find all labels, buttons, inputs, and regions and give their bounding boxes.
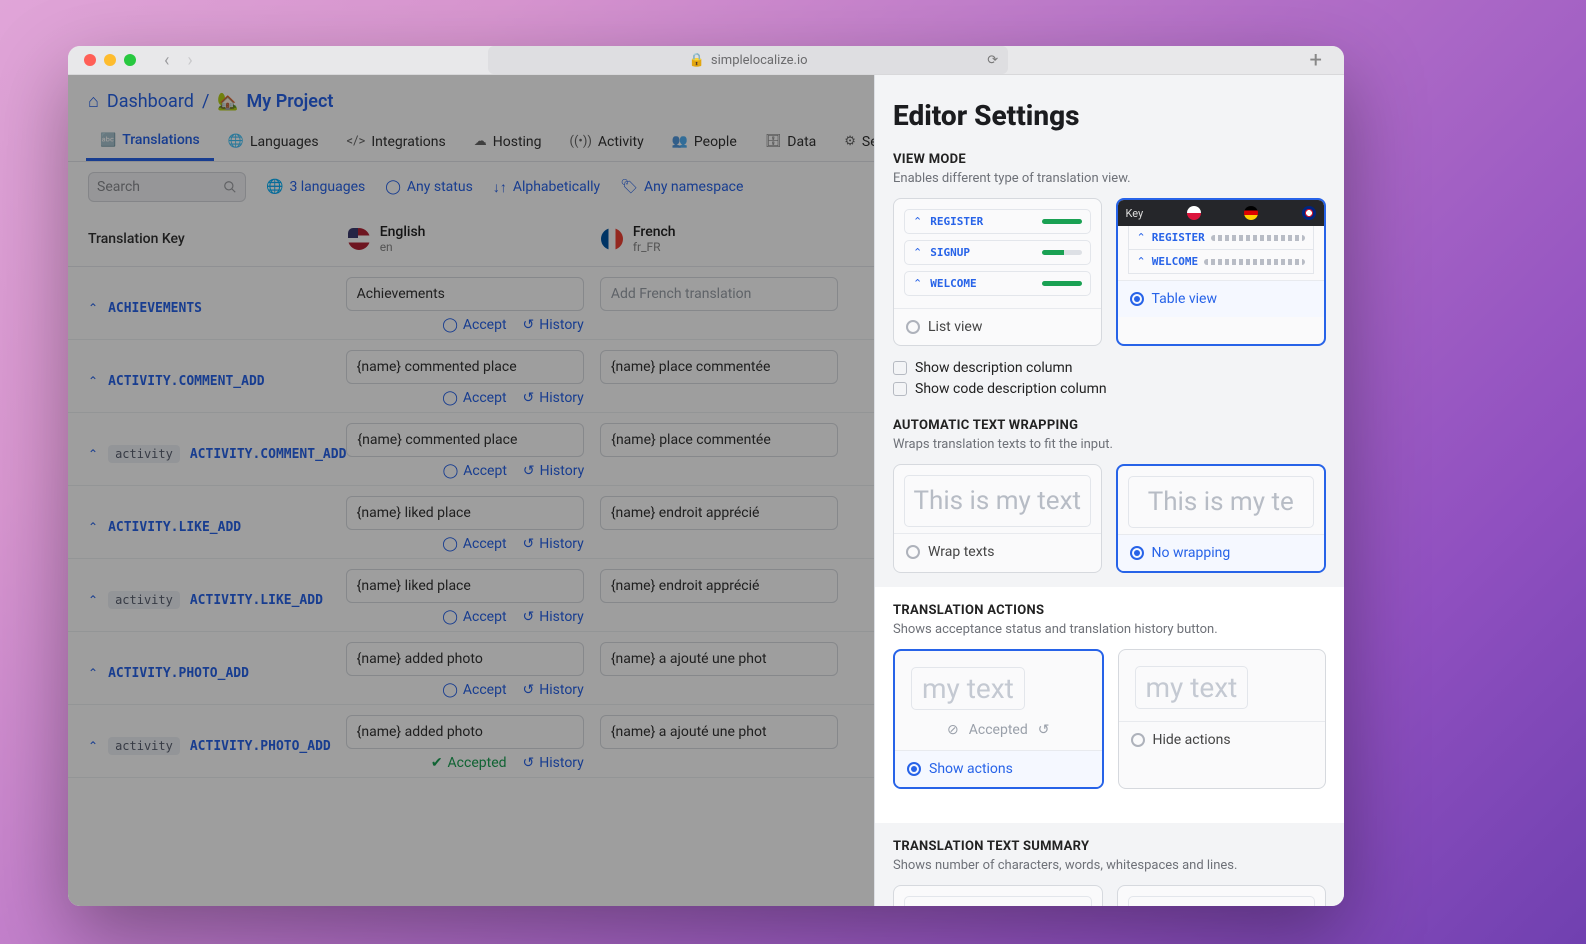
section-desc: Enables different type of translation vi… <box>893 171 1326 186</box>
flag-gb-icon <box>1302 206 1316 220</box>
editor-settings-panel: Editor Settings VIEW MODE Enables differ… <box>874 75 1344 906</box>
radio-icon <box>1131 733 1145 747</box>
section-desc: Wraps translation texts to fit the input… <box>893 437 1326 452</box>
browser-window: ‹ › 🔒 simplelocalize.io ⟳ + ⌂ Dashboard … <box>68 46 1344 906</box>
history-icon: ↺ <box>1038 722 1050 738</box>
forward-button[interactable]: › <box>187 50 192 71</box>
panel-title: Editor Settings <box>893 99 1326 132</box>
section-title-actions: TRANSLATION ACTIONS <box>893 603 1326 618</box>
radio-icon <box>906 545 920 559</box>
address-bar[interactable]: 🔒 simplelocalize.io ⟳ <box>488 46 1008 74</box>
modal-overlay[interactable] <box>68 75 874 906</box>
nav-arrows: ‹ › <box>164 50 193 71</box>
option-label: Wrap texts <box>928 544 994 560</box>
section-title-view-mode: VIEW MODE <box>893 152 1326 167</box>
checkbox-show-code-description[interactable]: Show code description column <box>893 381 1326 397</box>
radio-icon <box>1130 292 1144 306</box>
section-title-summary: TRANSLATION TEXT SUMMARY <box>893 839 1326 854</box>
flag-de-icon <box>1244 206 1258 220</box>
url-text: simplelocalize.io <box>711 53 808 68</box>
show-actions-option[interactable]: my text ⊘Accepted↺ Show actions <box>893 649 1104 789</box>
lock-icon: 🔒 <box>689 53 705 68</box>
summary-option-b[interactable]: This is my text <box>1117 885 1327 906</box>
radio-icon <box>1130 546 1144 560</box>
main-content: ⌂ Dashboard / 🏡 My Project 🔤Translations… <box>68 75 874 906</box>
minimize-window-button[interactable] <box>104 54 116 66</box>
option-label: List view <box>928 319 982 335</box>
new-tab-button[interactable]: + <box>1304 48 1328 73</box>
option-label: No wrapping <box>1152 545 1231 561</box>
radio-icon <box>907 762 921 776</box>
option-label: Table view <box>1152 291 1218 307</box>
no-wrapping-option[interactable]: This is my te No wrapping <box>1116 464 1327 573</box>
option-label: Show actions <box>929 761 1013 777</box>
chevron-up-icon: ⌃ <box>913 215 922 228</box>
check-circle-icon: ⊘ <box>947 722 959 738</box>
section-desc: Shows number of characters, words, white… <box>893 858 1326 873</box>
hide-actions-option[interactable]: my text Hide actions <box>1118 649 1327 789</box>
reload-icon[interactable]: ⟳ <box>987 53 998 68</box>
close-window-button[interactable] <box>84 54 96 66</box>
view-mode-list-option[interactable]: ⌃REGISTER ⌃SIGNUP ⌃WELCOME List view <box>893 198 1102 346</box>
summary-option-a[interactable]: This is my text <box>893 885 1103 906</box>
radio-icon <box>906 320 920 334</box>
checkbox-show-description[interactable]: Show description column <box>893 360 1326 376</box>
window-controls <box>84 54 136 66</box>
back-button[interactable]: ‹ <box>164 50 169 71</box>
wrap-texts-option[interactable]: This is my text Wrap texts <box>893 464 1102 573</box>
checkbox-icon <box>893 361 907 375</box>
view-mode-table-option[interactable]: Key ⌃REGISTER ⌃WELCOME Table view <box>1116 198 1327 346</box>
flag-pl-icon <box>1187 206 1201 220</box>
section-title-wrapping: AUTOMATIC TEXT WRAPPING <box>893 418 1326 433</box>
checkbox-icon <box>893 382 907 396</box>
option-label: Hide actions <box>1153 732 1231 748</box>
maximize-window-button[interactable] <box>124 54 136 66</box>
titlebar: ‹ › 🔒 simplelocalize.io ⟳ + <box>68 46 1344 75</box>
section-desc: Shows acceptance status and translation … <box>893 622 1326 637</box>
